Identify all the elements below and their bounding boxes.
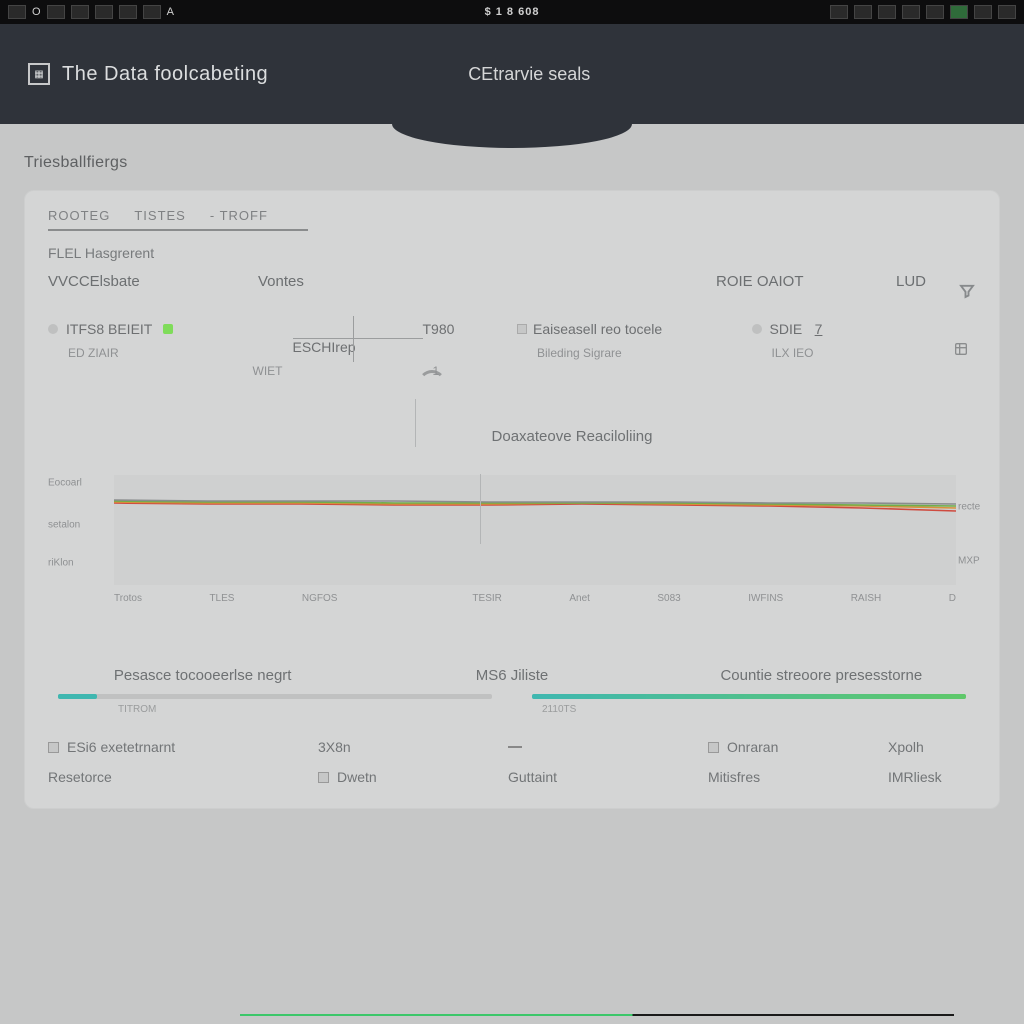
divider xyxy=(480,474,481,544)
x-tick: TLES xyxy=(209,593,234,604)
section-title: Triesballfiergs xyxy=(24,154,1000,172)
x-tick: RAISH xyxy=(851,593,882,604)
right-tick: recte xyxy=(958,502,980,513)
bottom-labels: Pesasce tocooeerlse negrt MS6 Jiliste Co… xyxy=(48,667,976,684)
y-tick: setalon xyxy=(48,520,80,531)
x-tick: S083 xyxy=(657,593,680,604)
app-title: The Data foolcabeting xyxy=(62,63,268,86)
filter-row-label: FLEL Hasgrerent xyxy=(48,245,976,261)
x-tick: D xyxy=(949,593,956,604)
square-icon xyxy=(318,772,329,783)
legend-item[interactable]: Xpolh xyxy=(888,739,1018,755)
tab-bar: ROOTEG TISTES - TROFF xyxy=(48,208,308,231)
x-tick: TESIR xyxy=(472,593,501,604)
status-left-badge: O xyxy=(32,6,41,18)
col-header-2[interactable]: Vontes xyxy=(258,273,428,290)
x-tick: Trotos xyxy=(114,593,142,604)
chart-plot-area: recte MXP xyxy=(114,475,956,585)
kpi-4-sub: ILX IEO xyxy=(772,346,977,360)
progress-bar-a[interactable]: TITROM xyxy=(58,694,492,699)
status-icon xyxy=(143,5,161,19)
tray-icon[interactable] xyxy=(902,5,920,19)
tray-icon[interactable] xyxy=(974,5,992,19)
tray-icon[interactable] xyxy=(950,5,968,19)
main-card: ROOTEG TISTES - TROFF FLEL Hasgrerent VV… xyxy=(24,190,1000,809)
kpi-4-label: SDIE xyxy=(770,321,803,337)
legend-item[interactable]: IMRliesk xyxy=(888,769,1018,785)
legend-item[interactable]: Mitisfres xyxy=(708,769,888,785)
dash-icon xyxy=(508,746,522,748)
kpi-2-label: T980 xyxy=(423,321,455,337)
tab-troff[interactable]: - TROFF xyxy=(210,208,268,223)
legend: ESi6 exetetrnarnt 3X8n Onraran Xpolh Res… xyxy=(48,739,976,785)
right-tick: MXP xyxy=(958,556,980,567)
kpi-1-label: ITFS8 BEIEIT xyxy=(66,321,152,337)
checkbox-icon[interactable] xyxy=(517,324,527,334)
status-center-text: $ 1 8 608 xyxy=(485,6,540,18)
x-tick: NGFOS xyxy=(302,593,338,604)
kpi-3-sub: Bileding Sigrare xyxy=(537,346,742,360)
kpi-3-label: Eaiseasell reo tocele xyxy=(533,321,662,337)
filter-icon[interactable] xyxy=(958,282,976,305)
tab-rooteg[interactable]: ROOTEG xyxy=(48,208,110,223)
metric-label-a: Pesasce tocooeerlse negrt xyxy=(48,667,357,684)
square-icon xyxy=(708,742,719,753)
tray-icon[interactable] xyxy=(926,5,944,19)
tray-icon[interactable] xyxy=(830,5,848,19)
x-tick: Anet xyxy=(569,593,590,604)
metric-label-c: Countie streoore presesstorne xyxy=(667,667,976,684)
page-subtitle: CEtrarvie seals xyxy=(468,64,590,85)
progress-bar-b[interactable]: 2110TS xyxy=(532,694,966,699)
legend-item[interactable]: ESi6 exetetrnarnt xyxy=(48,739,318,755)
column-headers: VVCCElsbate Vontes ROIE OAIOT LUD xyxy=(48,273,976,290)
y-tick: riKlon xyxy=(48,558,74,569)
tray-icon[interactable] xyxy=(854,5,872,19)
status-bar: O A $ 1 8 608 xyxy=(0,0,1024,24)
tray-icon[interactable] xyxy=(878,5,896,19)
kpi-4-label2: 7 xyxy=(815,321,823,337)
status-icon xyxy=(8,5,26,19)
legend-item[interactable]: Dwetn xyxy=(318,769,508,785)
kpi-3: Eaiseasell reo tocele Bileding Sigrare xyxy=(517,320,742,378)
x-tick: IWFINS xyxy=(748,593,783,604)
metric-label-b: MS6 Jiliste xyxy=(357,667,666,684)
kpi-2: T980 ESCHIrep WIET 1 xyxy=(283,320,508,378)
status-icon xyxy=(95,5,113,19)
y-tick: Eocoarl xyxy=(48,478,82,489)
col-header-4[interactable]: ROIE OAIOT xyxy=(716,273,896,290)
footer-progress-bar xyxy=(240,1014,954,1017)
kpi-4: SDIE 7 ILX IEO xyxy=(752,320,977,378)
status-icon xyxy=(71,5,89,19)
line-chart: Eocoarl setalon riKlon recte MXP Trotos … xyxy=(48,475,976,635)
divider xyxy=(415,399,416,447)
kpi-1: ITFS8 BEIEIT ED ZIAIR xyxy=(48,320,273,378)
legend-item[interactable]: 3X8n xyxy=(318,739,508,755)
legend-item[interactable]: Onraran xyxy=(708,739,888,755)
square-icon xyxy=(48,742,59,753)
kpi-row: ITFS8 BEIEIT ED ZIAIR T980 ESCHIrep WIET… xyxy=(48,320,976,378)
tab-tistes[interactable]: TISTES xyxy=(134,208,186,223)
progress-a-label: TITROM xyxy=(118,704,156,715)
kpi-1-sub: ED ZIAIR xyxy=(68,346,273,360)
tray-icon[interactable] xyxy=(998,5,1016,19)
chart-title: Doaxateove Reaciloliing xyxy=(168,428,976,445)
legend-item[interactable]: Resetorce xyxy=(48,769,318,785)
status-dot-green-icon xyxy=(163,324,173,334)
col-header-1[interactable]: VVCCElsbate xyxy=(48,273,258,290)
status-icon xyxy=(47,5,65,19)
x-ticks: Trotos TLES NGFOS TESIR Anet S083 IWFINS… xyxy=(114,593,956,604)
status-right-badge: A xyxy=(167,6,174,18)
title-bar: ▦ The Data foolcabeting CEtrarvie seals xyxy=(0,24,1024,124)
progress-b-label: 2110TS xyxy=(542,704,576,715)
kpi-2-sub: 1 xyxy=(433,364,508,378)
app-icon: ▦ xyxy=(28,63,50,85)
legend-item xyxy=(508,739,708,755)
status-icon xyxy=(119,5,137,19)
legend-item[interactable]: Guttaint xyxy=(508,769,708,785)
col-header-3 xyxy=(428,273,716,290)
